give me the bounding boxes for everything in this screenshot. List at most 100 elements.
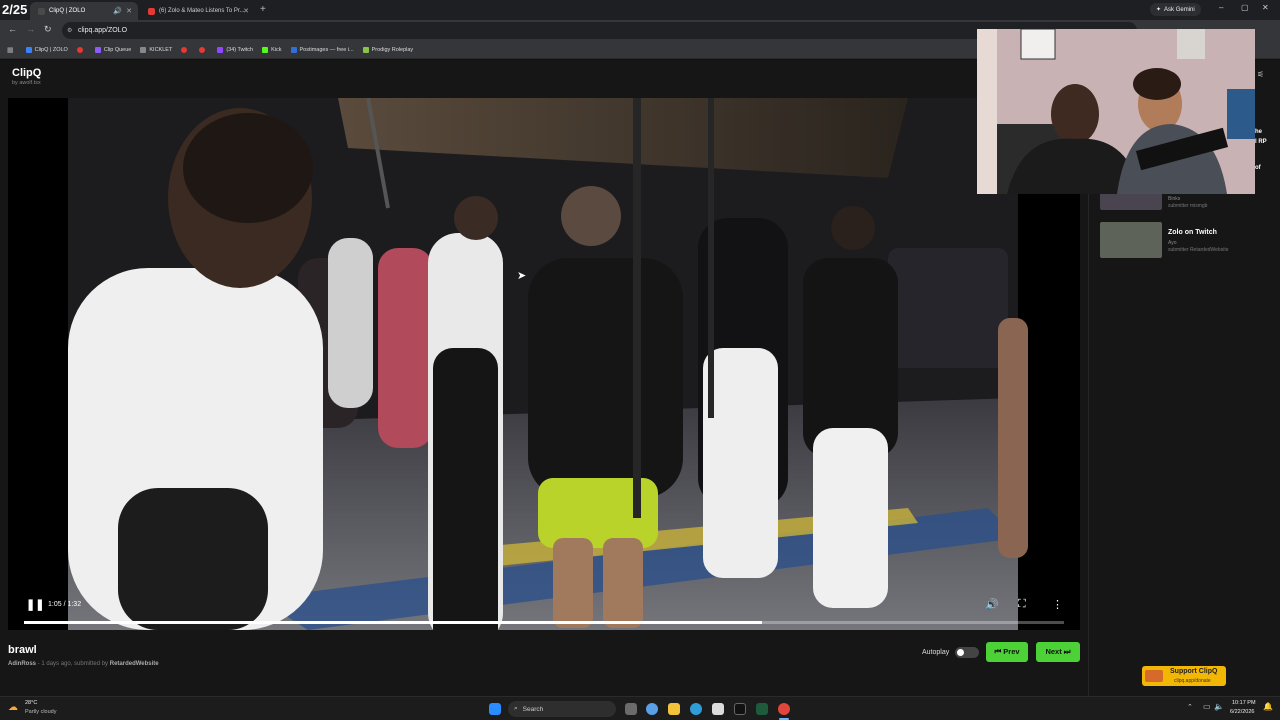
toggle-knob (957, 649, 964, 656)
pause-icon[interactable]: ❚❚ (26, 598, 44, 611)
video-player[interactable]: ➤ ❚❚ 1:05 / 1:32 🔊 ⛶ ⋮ (8, 98, 1080, 630)
sidebar-settings-icon[interactable]: ⚟ (1257, 70, 1264, 79)
taskbar-time: 10:17 PM (1232, 700, 1256, 706)
bookmark-favicon (25, 46, 32, 53)
queue-item-sub1: Ayo (1168, 240, 1177, 246)
clip-title: brawl (8, 644, 37, 656)
bookmark-favicon (94, 46, 101, 53)
minimize-icon[interactable]: – (1219, 3, 1223, 12)
autoplay-toggle[interactable] (955, 647, 979, 658)
back-icon[interactable]: ← (8, 24, 17, 34)
heart-icon (1145, 670, 1163, 682)
bookmark-item[interactable]: (34) Twitch (217, 46, 253, 53)
clip-meta: AdinRoss - 1 days ago, submitted by Reta… (8, 661, 159, 667)
site-info-icon[interactable]: ⚙ (67, 27, 72, 34)
volume-tray-icon[interactable]: 🔈 (1214, 702, 1224, 711)
bookmark-favicon (290, 46, 297, 53)
bookmark-item[interactable]: KICKLET (140, 46, 172, 53)
ask-gemini-button[interactable]: ✦ Ask Gemini (1150, 3, 1201, 16)
progress-track[interactable] (24, 621, 1064, 624)
bookmark-item[interactable]: ClipQ | ZOLO (25, 46, 68, 53)
browser-tab-strip: 2/25 ClipQ | ZOLO 🔊 ✕ (6) Zolo & Mateo L… (0, 0, 1280, 20)
search-icon: ⌕ (514, 705, 518, 712)
bookmark-favicon (199, 46, 206, 53)
bookmark-favicon (217, 46, 224, 53)
taskbar-search[interactable]: ⌕ Search (508, 701, 616, 717)
tab-clipq[interactable]: ClipQ | ZOLO 🔊 ✕ (30, 2, 138, 20)
clip-channel[interactable]: AdinRoss (8, 661, 36, 667)
sidebar-partial-text: he l RP of (1255, 129, 1267, 171)
queue-item-sub2: submitter mismgb (1168, 203, 1208, 209)
bookmark-item[interactable]: Kick (262, 46, 282, 53)
queue-thumbnail (1100, 222, 1162, 258)
autoplay-label: Autoplay (922, 649, 950, 656)
store-icon[interactable] (712, 703, 724, 715)
fullscreen-icon[interactable]: ⛶ (1018, 598, 1026, 611)
bookmark-favicon (362, 46, 369, 53)
notification-icon[interactable]: 🔔 (1263, 702, 1273, 711)
app-a-icon[interactable] (756, 703, 768, 715)
webcam-overlay (977, 29, 1255, 194)
weather-temp: 28°C (25, 700, 38, 706)
reload-icon[interactable]: ↻ (44, 24, 52, 35)
queue-item-sub2: submitter RetardedWebsite (1168, 247, 1229, 253)
support-url: clipq.app/donate (1174, 678, 1211, 684)
chrome-icon[interactable] (778, 703, 790, 715)
support-title: Support ClipQ (1170, 668, 1218, 675)
tab-title: ClipQ | ZOLO (49, 8, 86, 14)
bookmark-item[interactable] (181, 46, 190, 53)
bookmark-favicon (262, 46, 269, 53)
maximize-icon[interactable]: ▢ (1241, 3, 1249, 12)
clip-submitter[interactable]: RetardedWebsite (110, 661, 159, 667)
new-tab-button[interactable]: + (260, 4, 266, 15)
url-text: clipq.app/ZOLO (78, 27, 128, 34)
next-button[interactable]: Next ⏭ (1036, 642, 1080, 662)
apps-grid-icon[interactable]: ▦ (7, 46, 14, 54)
queue-item[interactable]: Zolo on Twitch Ayo submitter RetardedWeb… (1100, 222, 1270, 258)
tab-favicon (148, 7, 155, 15)
windows-start-icon[interactable] (489, 703, 501, 715)
bookmark-favicon (181, 46, 188, 53)
progress-fill (24, 621, 763, 624)
mouse-cursor-icon: ➤ (517, 270, 527, 282)
tray-chevron-icon[interactable]: ⌃ (1187, 703, 1193, 711)
close-tab-icon[interactable]: ✕ (126, 7, 132, 15)
taskbar-date: 6/22/2026 (1230, 709, 1255, 715)
weather-icon[interactable]: ☁ (8, 702, 18, 713)
brand-name[interactable]: ClipQ (12, 67, 41, 79)
address-bar[interactable]: ⚙ clipq.app/ZOLO (62, 22, 1137, 39)
gemini-icon: ✦ (1156, 7, 1162, 13)
forward-icon[interactable]: → (26, 24, 35, 34)
bookmark-item[interactable]: Clip Queue (94, 46, 131, 53)
bookmark-item[interactable]: Postimages — free i... (290, 46, 354, 53)
bookmark-item[interactable] (76, 46, 86, 53)
x-app-icon[interactable] (734, 703, 746, 715)
tab-favicon (38, 7, 45, 15)
network-icon[interactable]: ▭ (1203, 702, 1211, 711)
speaker-icon[interactable]: 🔊 (113, 7, 122, 15)
bookmark-favicon (140, 46, 147, 53)
close-window-icon[interactable]: ✕ (1262, 3, 1269, 12)
volume-icon[interactable]: 🔊 (985, 598, 999, 611)
more-vertical-icon[interactable]: ⋮ (1052, 598, 1063, 611)
queue-item-sub1: Binks (1168, 196, 1181, 202)
copilot-icon[interactable] (646, 703, 658, 715)
queue-item[interactable]: Binks submitter mismgb (1100, 192, 1270, 212)
bookmark-item[interactable]: Prodigy Roleplay (362, 46, 413, 53)
close-tab-icon[interactable]: ✕ (243, 7, 249, 15)
brand-byline: by awolf.tsx (12, 80, 41, 86)
tab-title: (6) Zolo & Mateo Listens To Pr... (159, 8, 245, 14)
support-clipq-button[interactable]: Support ClipQ clipq.app/donate (1142, 666, 1226, 686)
bookmark-favicon (76, 46, 83, 53)
file-explorer-icon[interactable] (668, 703, 680, 715)
tab-youtube[interactable]: (6) Zolo & Mateo Listens To Pr... ✕ (140, 2, 255, 20)
video-time: 1:05 / 1:32 (48, 601, 82, 608)
bookmark-item[interactable] (199, 46, 208, 53)
prev-button[interactable]: ⏮ Prev (986, 642, 1028, 662)
weather-desc: Partly cloudy (25, 709, 57, 715)
webcam-frame (977, 29, 1255, 194)
edge-icon[interactable] (690, 703, 702, 715)
queue-thumbnail (1100, 192, 1162, 210)
task-view-icon[interactable] (625, 703, 637, 715)
clip-meta-text: - 1 days ago, submitted by (36, 661, 110, 667)
